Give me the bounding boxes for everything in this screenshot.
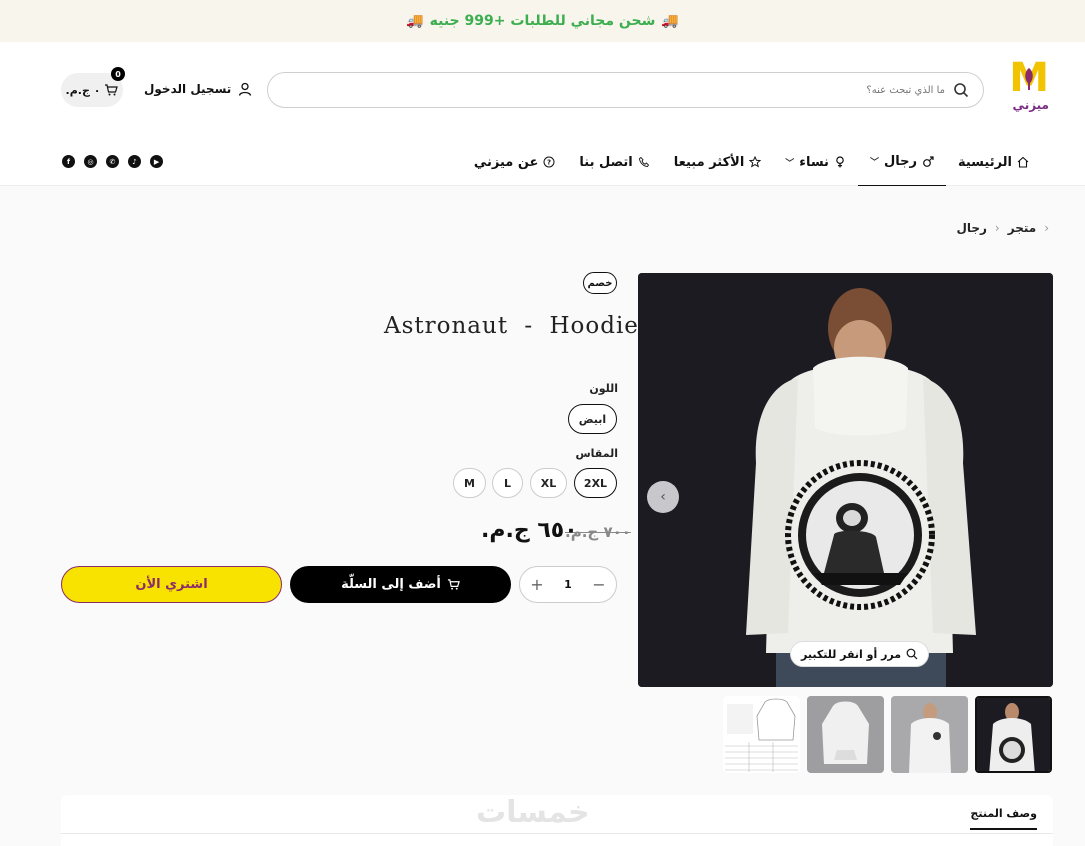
thumbnail-1[interactable]	[975, 696, 1052, 773]
main-nav: الرئيسية رجال ﹀ نساء ﹀ الأكثر مبيعا اتصل…	[462, 138, 1041, 186]
chevron-down-icon[interactable]: ﹀	[870, 155, 879, 168]
breadcrumb: ‹ متجر ‹ رجال	[956, 221, 1049, 235]
product-tabs: خمسات وصف المنتج	[61, 795, 1053, 846]
buy-now-button[interactable]: اشتري الأن	[61, 566, 282, 603]
increase-quantity-button[interactable]: +	[529, 575, 545, 594]
hoodie-flat-thumbnail	[807, 696, 884, 773]
login-link[interactable]: تسجيل الدخول	[144, 82, 252, 96]
breadcrumb-item-shop[interactable]: متجر	[1008, 221, 1036, 235]
quantity-stepper[interactable]: − 1 +	[519, 566, 617, 603]
user-icon	[239, 82, 252, 96]
thumbnail-3[interactable]	[807, 696, 884, 773]
nav-label: الرئيسية	[957, 154, 1012, 170]
search-bar[interactable]	[267, 72, 984, 108]
current-price: ٦٥٠ ج.م.	[481, 518, 578, 543]
back-chevron-icon[interactable]: ‹	[1044, 221, 1049, 235]
nav-label: عن ميزني	[473, 154, 539, 170]
hoodie-back-image	[638, 273, 1053, 687]
search-icon	[906, 648, 918, 660]
tab-divider	[61, 833, 1053, 834]
help-icon: ?	[543, 156, 555, 168]
add-to-cart-label: أضف إلى السلّة	[341, 577, 441, 592]
product-main-image[interactable]: › مرر أو انقر للتكبير	[638, 273, 1053, 687]
social-links: ▶ ♪ ✆ ◎ f	[62, 155, 163, 168]
nav-label: رجال	[883, 154, 917, 169]
star-icon	[749, 156, 762, 168]
zoom-hint[interactable]: مرر أو انقر للتكبير	[790, 641, 930, 667]
product-thumbnails	[723, 696, 1052, 773]
thumbnail-2[interactable]	[891, 696, 968, 773]
color-option-white[interactable]: ابيض	[568, 404, 617, 434]
whatsapp-icon[interactable]: ✆	[106, 155, 119, 168]
tulip-icon	[1025, 68, 1033, 90]
nav-item-men[interactable]: رجال ﹀	[857, 138, 946, 186]
hoodie-back-thumbnail	[977, 698, 1050, 771]
size-label: المقاس	[575, 447, 618, 460]
cart-button[interactable]: 0 ٠ ج.م.	[61, 67, 125, 107]
cart-total: ٠ ج.م.	[65, 83, 101, 97]
cart-icon	[447, 579, 460, 590]
female-icon	[836, 156, 844, 168]
watermark: خمسات	[476, 795, 590, 830]
next-image-button[interactable]: ›	[647, 481, 679, 513]
search-input[interactable]	[345, 84, 945, 96]
nav-label: نساء	[799, 154, 829, 170]
zoom-hint-label: مرر أو انقر للتكبير	[801, 647, 902, 661]
thumbnail-4-size-chart[interactable]	[723, 696, 800, 773]
discount-badge: خصم	[583, 272, 617, 294]
hoodie-front-thumbnail	[891, 696, 968, 773]
add-to-cart-button[interactable]: أضف إلى السلّة	[290, 566, 511, 603]
search-icon[interactable]	[953, 82, 969, 98]
instagram-icon[interactable]: ◎	[84, 155, 97, 168]
truck-icon: 🚚	[661, 13, 679, 29]
announcement-bar: 🚚 شحن مجاني للطلبات +999 جنيه 🚚	[0, 0, 1085, 42]
svg-text:?: ?	[547, 159, 551, 167]
color-label: اللون	[589, 382, 618, 395]
tiktok-icon[interactable]: ♪	[128, 155, 141, 168]
facebook-icon[interactable]: f	[62, 155, 75, 168]
nav-item-home[interactable]: الرئيسية	[946, 138, 1041, 186]
decrease-quantity-button[interactable]: −	[591, 575, 607, 594]
nav-label: اتصل بنا	[579, 154, 633, 170]
size-option-xl[interactable]: XL	[530, 468, 567, 498]
youtube-icon[interactable]: ▶	[150, 155, 163, 168]
home-icon	[1017, 156, 1029, 168]
nav-item-about[interactable]: ? عن ميزني	[462, 138, 568, 186]
product-title: Astronaut - Hoodie	[384, 313, 639, 339]
nav-item-contact[interactable]: اتصل بنا	[567, 138, 661, 186]
size-option-2xl[interactable]: 2XL	[574, 468, 617, 498]
chevron-left-icon: ‹	[994, 221, 1000, 235]
chevron-down-icon[interactable]: ﹀	[785, 156, 794, 169]
logo-wordmark: ميزني	[1012, 98, 1049, 112]
cart-count-badge: 0	[111, 67, 125, 81]
login-label: تسجيل الدخول	[144, 82, 232, 96]
size-option-l[interactable]: L	[492, 468, 523, 498]
phone-icon	[638, 156, 649, 168]
nav-item-bestsellers[interactable]: الأكثر مبيعا	[662, 138, 774, 186]
tab-description[interactable]: وصف المنتج	[970, 807, 1037, 830]
nav-label: الأكثر مبيعا	[673, 154, 745, 170]
quantity-value[interactable]: 1	[564, 578, 572, 591]
site-header: M ميزني تسجيل الدخول 0 ٠ ج.م. الرئيسي	[0, 42, 1085, 186]
announcement-text: شحن مجاني للطلبات +999 جنيه	[429, 13, 656, 29]
size-chart-thumbnail	[723, 696, 800, 773]
size-option-m[interactable]: M	[453, 468, 486, 498]
truck-icon: 🚚	[406, 13, 424, 29]
breadcrumb-item-men[interactable]: رجال	[956, 221, 986, 235]
brand-logo[interactable]: M ميزني	[1007, 58, 1049, 116]
nav-item-women[interactable]: نساء ﹀	[773, 138, 858, 186]
cart-icon	[105, 84, 119, 96]
male-icon	[923, 155, 934, 167]
